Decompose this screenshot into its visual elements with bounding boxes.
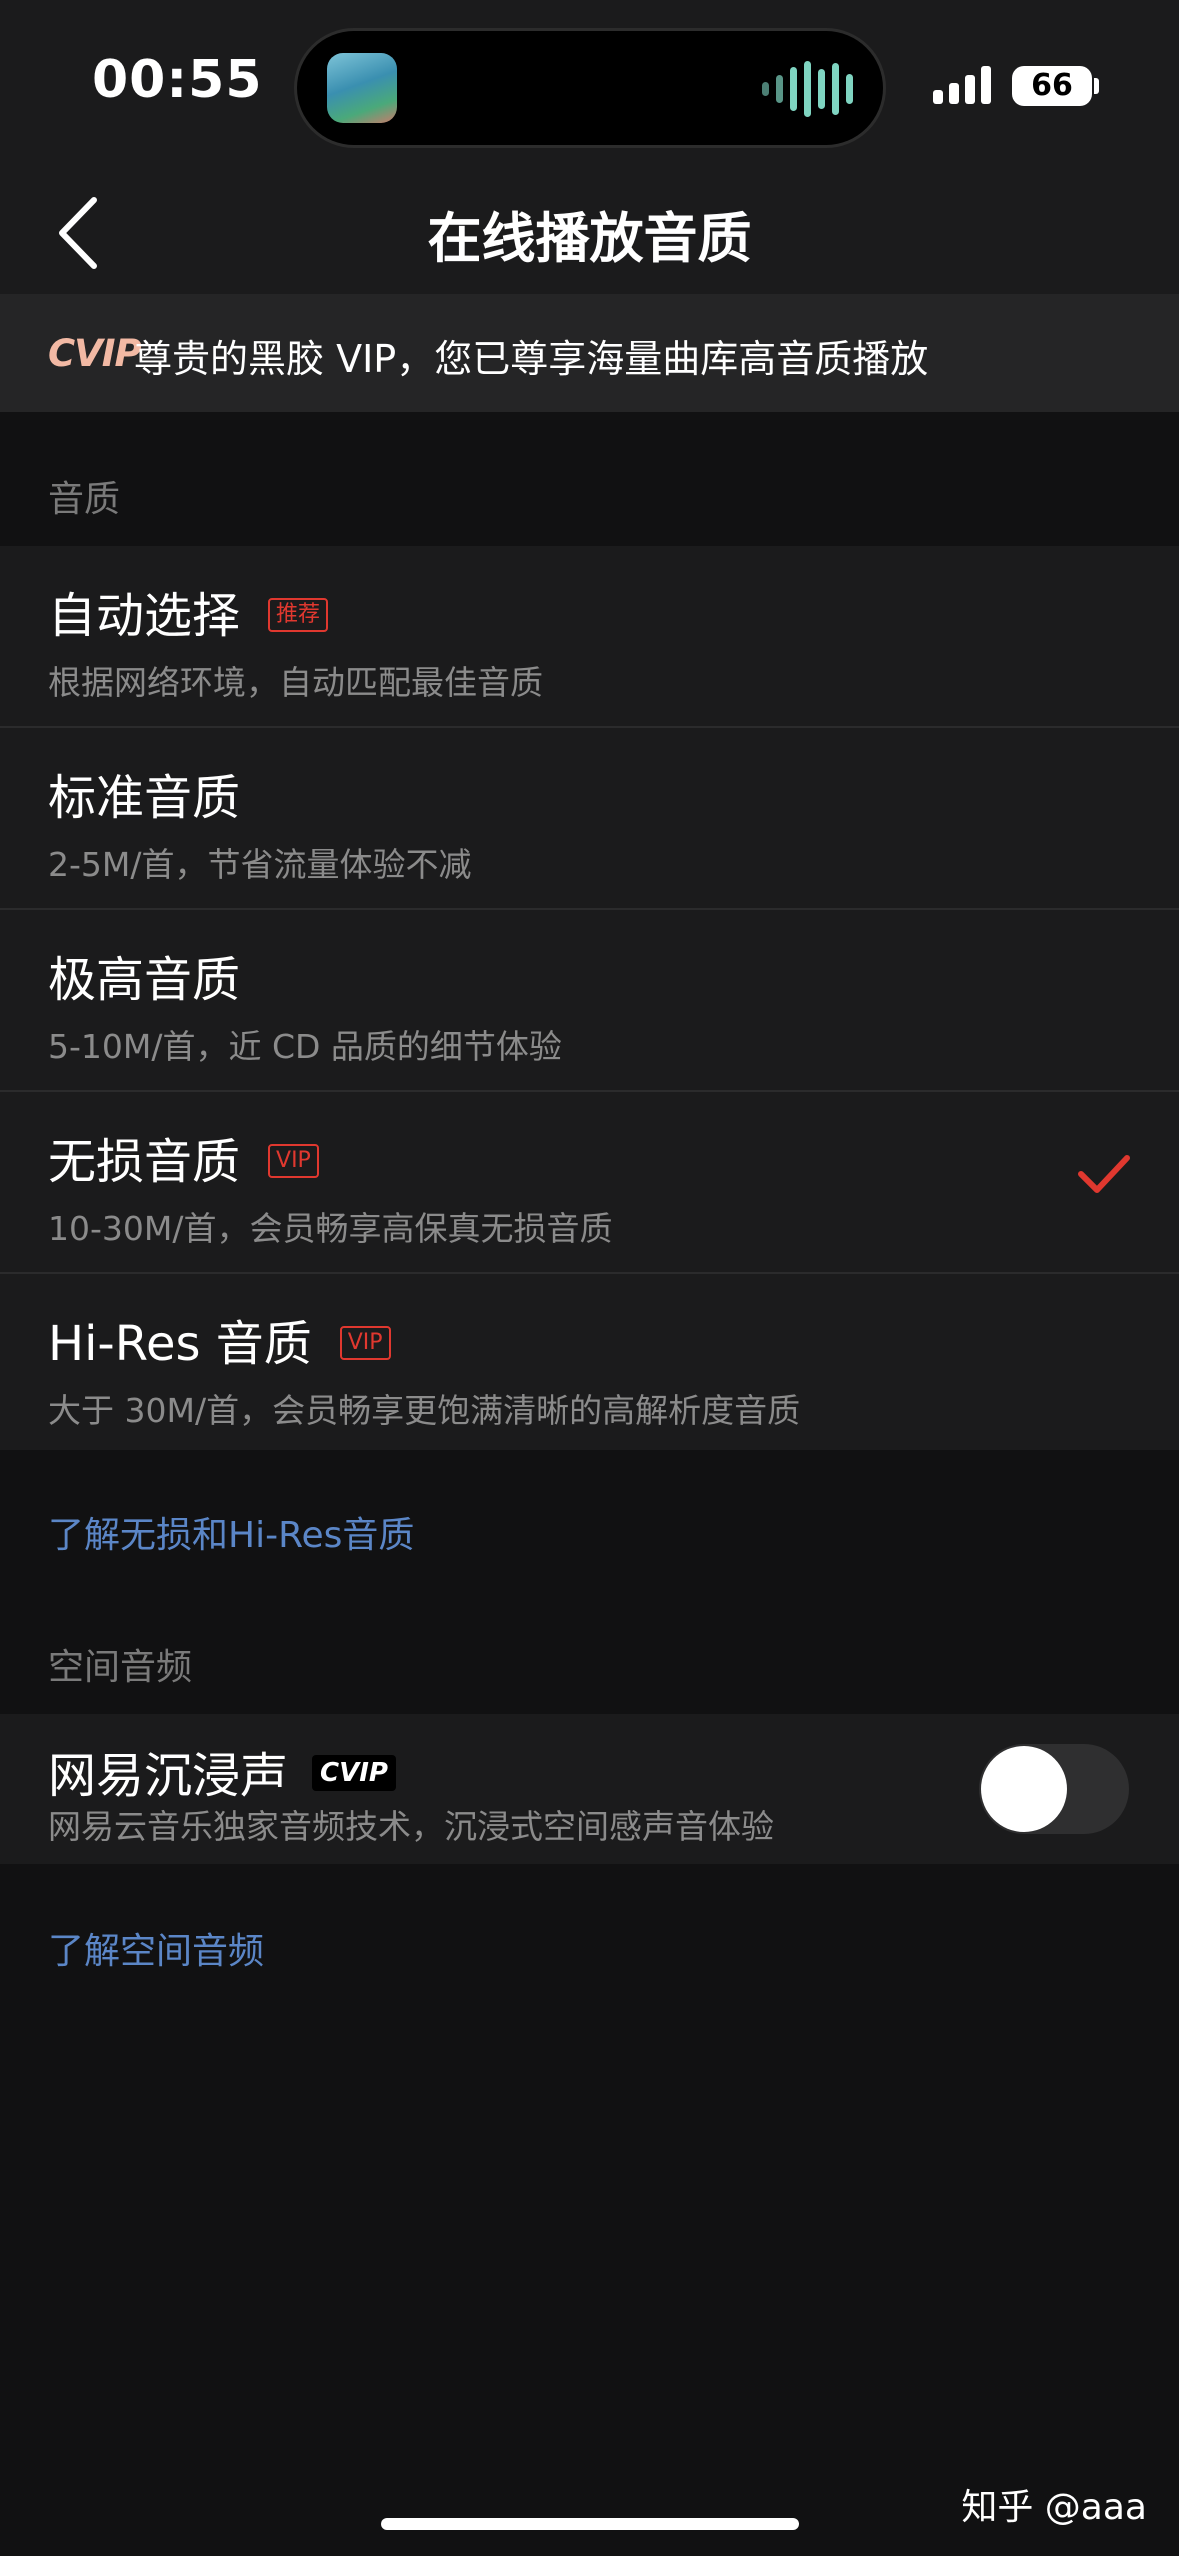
cellular-signal-icon (933, 66, 991, 104)
battery-tip (1094, 78, 1099, 94)
option-desc: 根据网络环境，自动匹配最佳音质 (48, 663, 543, 702)
vip-banner: CVIP 尊贵的黑胶 VIP，您已尊享海量曲库高音质播放 (0, 294, 1179, 412)
option-title: 无损音质 (48, 1134, 241, 1190)
vip-logo: CVIP (48, 332, 142, 375)
learn-lossless-link[interactable]: 了解无损和Hi-Res音质 (48, 1506, 414, 1558)
option-desc: 大于 30M/首，会员畅享更饱满清晰的高解析度音质 (48, 1391, 801, 1430)
home-indicator[interactable] (381, 2518, 799, 2530)
option-desc: 网易云音乐独家音频技术，沉浸式空间感声音体验 (48, 1807, 774, 1846)
quality-options-list: 自动选择 推荐 根据网络环境，自动匹配最佳音质 标准音质 2-5M/首，节省流量体… (0, 546, 1179, 1450)
option-title: 自动选择 (48, 588, 241, 644)
vip-banner-text: 尊贵的黑胶 VIP，您已尊享海量曲库高音质播放 (134, 337, 929, 381)
quality-option-hires[interactable]: Hi-Res 音质 VIP 大于 30M/首，会员畅享更饱满清晰的高解析度音质 (0, 1274, 1179, 1454)
status-bar: 00:55 66 (0, 0, 1179, 170)
vip-badge: VIP (268, 1144, 319, 1178)
option-title: 极高音质 (48, 952, 241, 1008)
cvip-badge: CVIP (312, 1755, 396, 1791)
option-title: Hi-Res 音质 (48, 1316, 312, 1372)
learn-spatial-link[interactable]: 了解空间音频 (48, 1922, 264, 1974)
toggle-knob (981, 1746, 1067, 1832)
status-time: 00:55 (92, 50, 263, 110)
option-title: 网易沉浸声 (48, 1748, 289, 1804)
option-title: 标准音质 (48, 770, 241, 826)
immersive-sound-toggle[interactable] (979, 1744, 1129, 1834)
page-title: 在线播放音质 (427, 207, 752, 270)
nav-bar: 在线播放音质 (0, 170, 1179, 294)
audio-waveform-icon (762, 61, 853, 117)
check-icon (1078, 1155, 1130, 1193)
quality-option-lossless[interactable]: 无损音质 VIP 10-30M/首，会员畅享高保真无损音质 (0, 1092, 1179, 1272)
option-desc: 5-10M/首，近 CD 品质的细节体验 (48, 1027, 562, 1066)
option-desc: 2-5M/首，节省流量体验不减 (48, 845, 472, 884)
watermark: 知乎 @aaa (961, 2487, 1147, 2528)
option-desc: 10-30M/首，会员畅享高保真无损音质 (48, 1209, 613, 1248)
recommend-badge: 推荐 (268, 598, 329, 632)
section-label-quality: 音质 (48, 479, 121, 520)
dynamic-island[interactable] (297, 31, 883, 145)
quality-option-exhigh[interactable]: 极高音质 5-10M/首，近 CD 品质的细节体验 (0, 910, 1179, 1090)
spatial-audio-row: 网易沉浸声 CVIP 网易云音乐独家音频技术，沉浸式空间感声音体验 (0, 1714, 1179, 1864)
vip-badge: VIP (339, 1326, 391, 1360)
quality-option-auto[interactable]: 自动选择 推荐 根据网络环境，自动匹配最佳音质 (0, 546, 1179, 726)
section-label-spatial: 空间音频 (48, 1647, 193, 1688)
battery-icon: 66 (1012, 66, 1092, 106)
now-playing-artwork (327, 53, 397, 123)
quality-option-standard[interactable]: 标准音质 2-5M/首，节省流量体验不减 (0, 728, 1179, 908)
